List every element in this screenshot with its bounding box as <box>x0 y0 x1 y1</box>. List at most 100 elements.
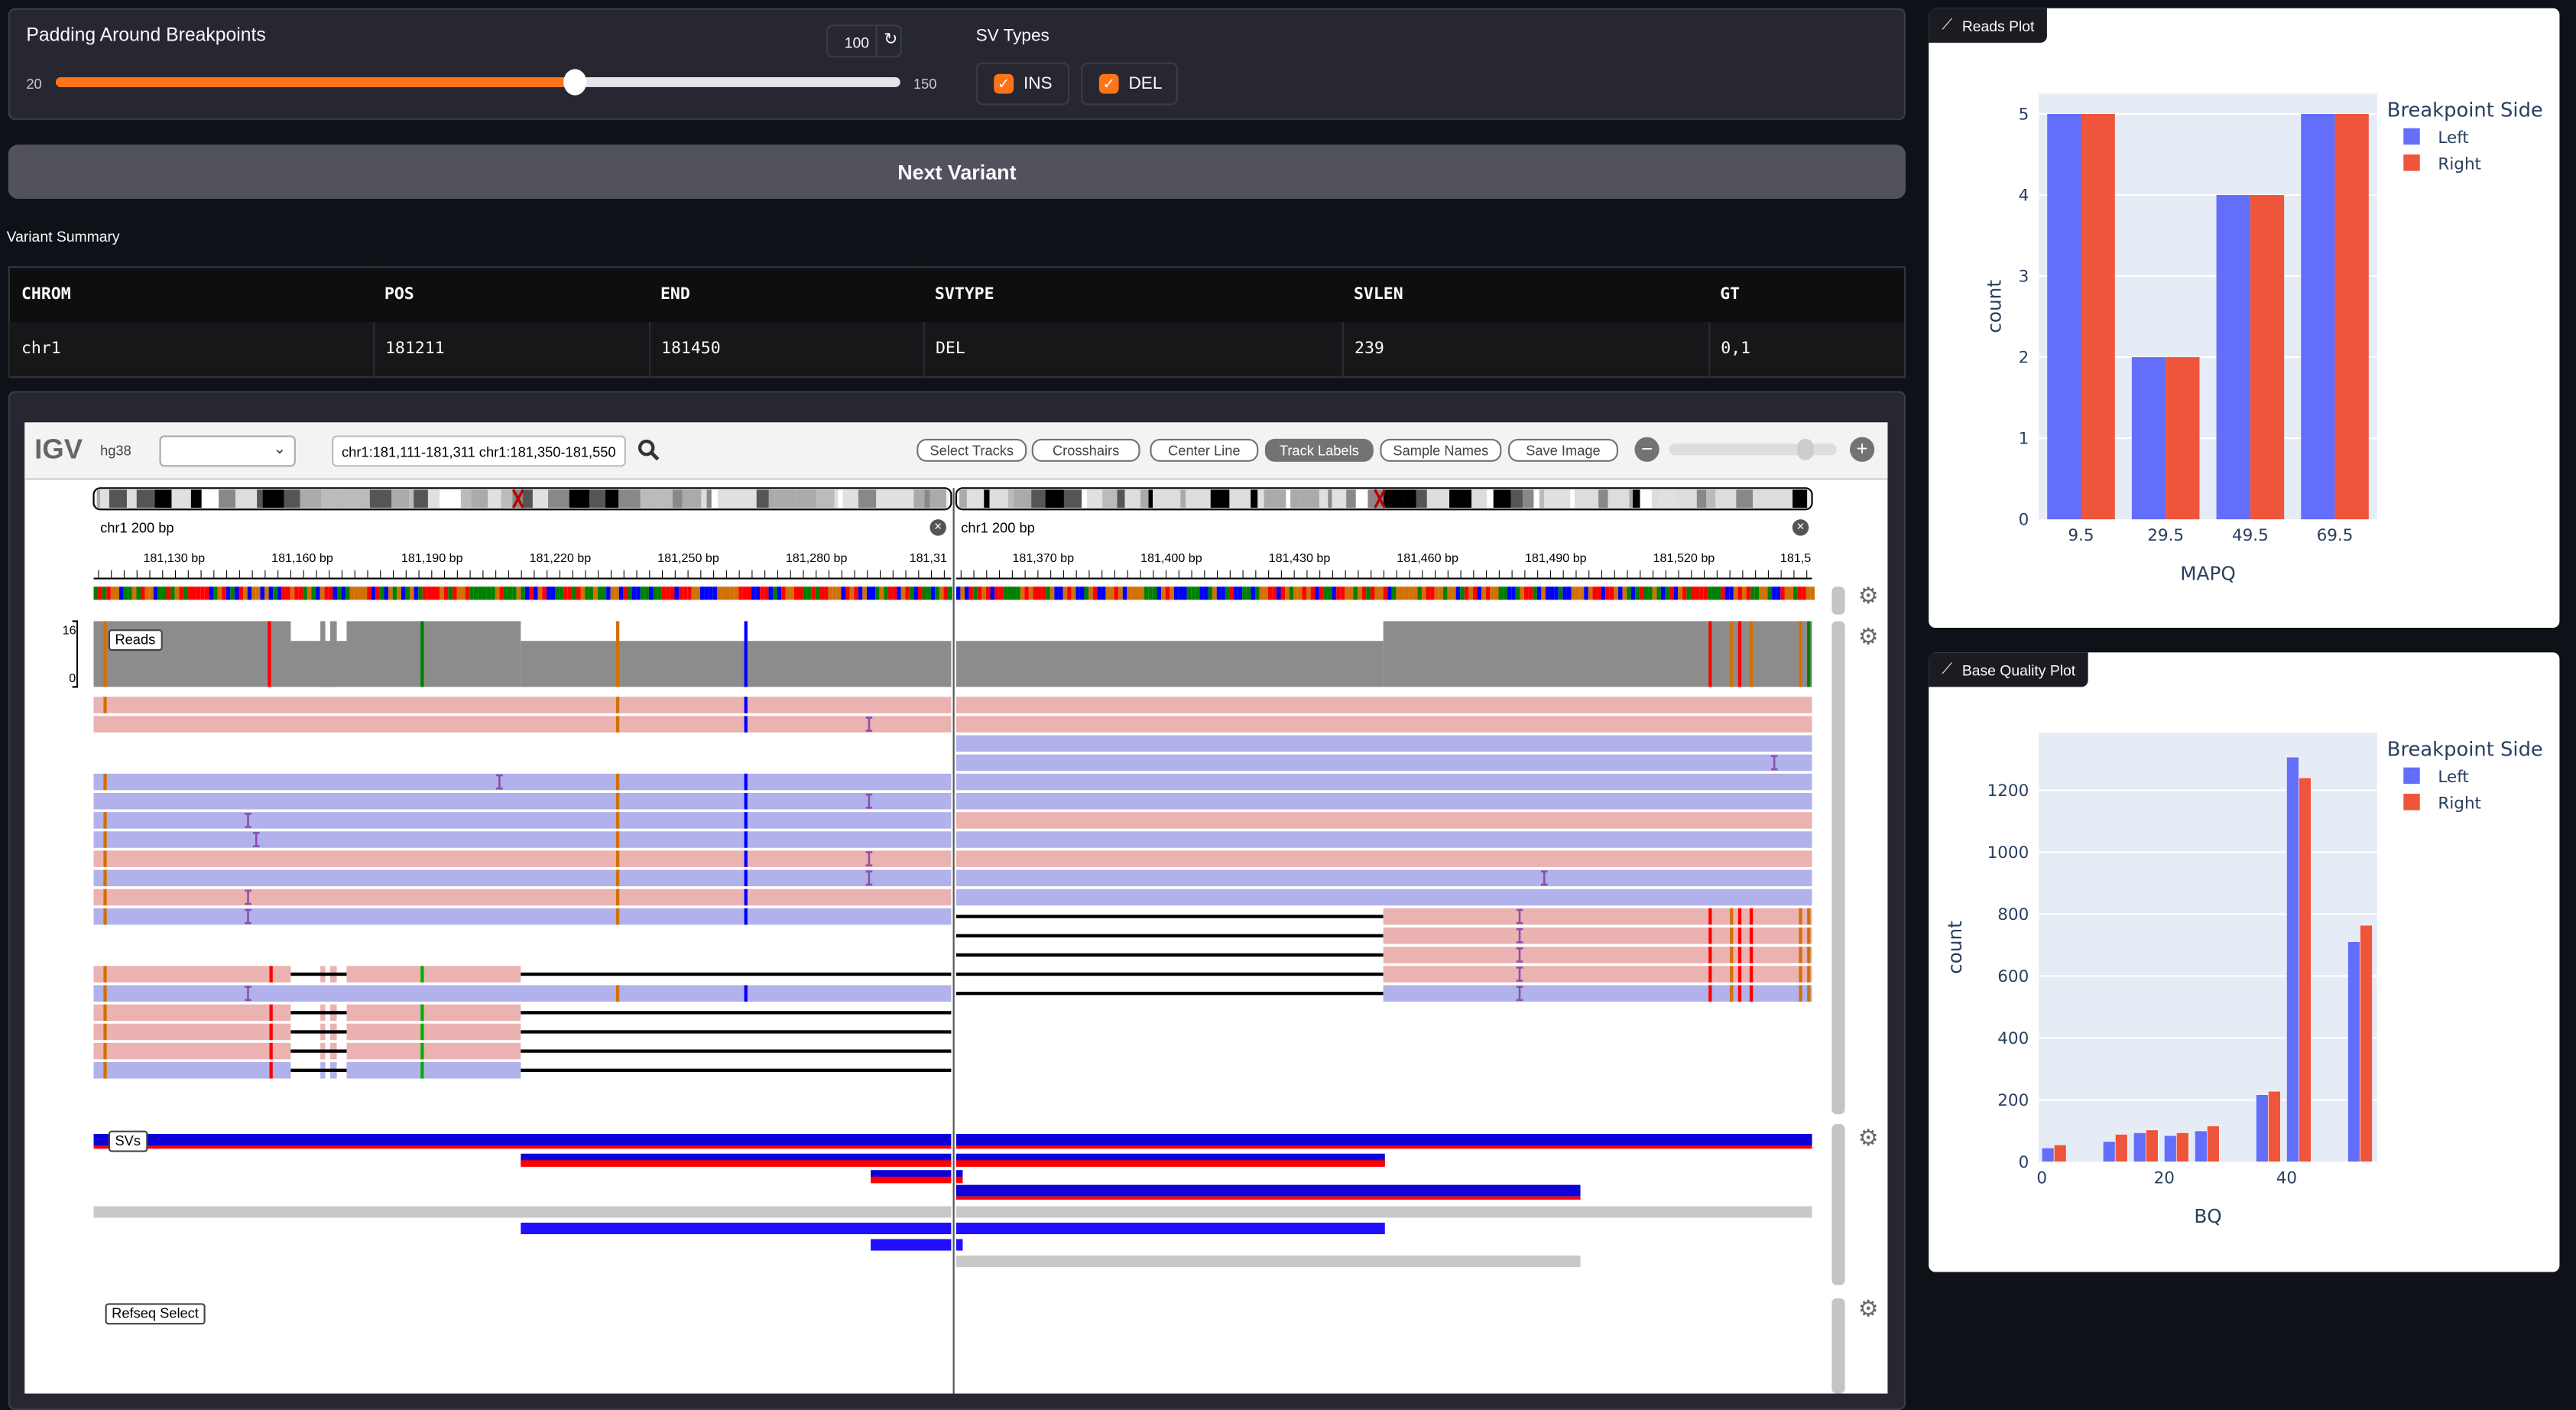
track-label-svs[interactable]: SVs <box>108 1130 148 1152</box>
read-mismatch <box>1807 985 1811 1002</box>
checkbox-del[interactable]: ✓ DEL <box>1081 62 1178 106</box>
ideogram-band <box>532 489 549 508</box>
sequence-base <box>534 586 538 600</box>
read-mismatch <box>420 966 424 983</box>
sequence-base <box>546 586 551 600</box>
bar-left <box>2041 1147 2055 1162</box>
y-tick-label: 600 <box>1997 967 2029 986</box>
next-variant-button[interactable]: Next Variant <box>8 145 1906 200</box>
save-image-button[interactable]: Save Image <box>1507 438 1618 462</box>
read <box>1383 947 1812 963</box>
padding-value: 100 <box>844 34 869 51</box>
ideogram-band <box>501 489 513 508</box>
sequence-base <box>1242 586 1247 600</box>
ideogram-band <box>1570 489 1575 508</box>
sequence-base <box>648 586 654 600</box>
table-header-row: CHROM POS END SVTYPE SVLEN GT <box>8 267 1905 323</box>
col-header[interactable]: END <box>648 267 923 323</box>
sequence-base <box>503 586 508 600</box>
ideogram-band <box>838 489 843 508</box>
ideogram-band <box>1045 489 1064 508</box>
col-header[interactable]: POS <box>372 267 649 323</box>
sequence-base <box>149 586 154 600</box>
slider-thumb[interactable] <box>563 69 587 96</box>
ideogram-band <box>1124 489 1141 508</box>
gear-icon[interactable]: ⚙ <box>1858 583 1879 606</box>
center-line-button[interactable]: Center Line <box>1150 438 1259 462</box>
sequence-base <box>192 586 196 600</box>
padding-number-input[interactable]: 100 ↻ <box>826 24 902 58</box>
sequence-base <box>1216 586 1221 600</box>
read-mismatch <box>269 1042 273 1060</box>
cell: chr1 <box>8 322 373 378</box>
ideogram-band <box>989 489 994 508</box>
col-header[interactable]: SVLEN <box>1342 267 1709 323</box>
checkbox-ins[interactable]: ✓ INS <box>975 62 1070 106</box>
sequence-base <box>285 586 290 600</box>
track-label-refseq[interactable]: Refseq Select <box>105 1303 206 1325</box>
sequence-base <box>862 586 867 600</box>
search-icon[interactable] <box>638 439 660 462</box>
reads-plot-panel: ⟋ Reads Plot 0 1 2 3 4 5 9.5 29.5 49.5 69.5 MAPQ cou… <box>1929 8 2560 628</box>
crosshairs-button[interactable]: Crosshairs <box>1031 438 1140 462</box>
cell: 181450 <box>647 322 923 378</box>
sv-feature-genotype <box>955 1145 1812 1149</box>
zoom-slider-thumb[interactable] <box>1797 438 1814 460</box>
sequence-base <box>1575 586 1580 600</box>
locus-input[interactable]: chr1:181,111-181,311 chr1:181,350-181,55… <box>332 435 626 467</box>
zoom-in-icon[interactable]: + <box>1849 437 1875 462</box>
cell: 181211 <box>371 322 649 378</box>
sv-types-label: SV Types <box>975 26 1050 47</box>
ideogram-band <box>1486 489 1494 508</box>
track-labels-button[interactable]: Track Labels <box>1264 438 1374 462</box>
close-panel-icon[interactable]: × <box>1792 519 1809 536</box>
read-mismatch <box>744 869 748 887</box>
ideogram-band <box>1328 489 1332 508</box>
col-header[interactable]: GT <box>1708 267 1905 323</box>
sequence-base <box>388 586 393 600</box>
ideogram-band <box>1332 489 1347 508</box>
sequence-base <box>580 586 586 600</box>
sequence-base <box>1140 586 1144 600</box>
sequence-base <box>1075 586 1080 600</box>
padding-slider[interactable] <box>56 69 900 96</box>
zoom-slider[interactable] <box>1669 438 1837 460</box>
zoom-out-icon[interactable]: − <box>1634 437 1659 462</box>
sequence-base <box>1046 586 1050 600</box>
y-axis-title: count <box>1984 280 2006 333</box>
sv-feature <box>955 1133 1812 1145</box>
reset-icon[interactable]: ↻ <box>884 31 897 50</box>
sequence-base <box>290 586 295 600</box>
col-header[interactable]: SVTYPE <box>923 267 1342 323</box>
ideogram-band <box>893 489 914 508</box>
ideogram-band <box>1792 489 1808 508</box>
ruler-tick-label: 181,160 bp <box>271 550 333 566</box>
chromosome-select[interactable]: ⌄ <box>159 435 296 467</box>
ideogram-band <box>190 489 202 508</box>
y-tick-label: 0 <box>2019 511 2029 530</box>
close-panel-icon[interactable]: × <box>930 519 946 536</box>
gear-icon[interactable]: ⚙ <box>1858 1297 1879 1320</box>
sequence-base <box>1711 586 1717 600</box>
sequence-base <box>884 586 888 600</box>
bar-right <box>2207 1126 2220 1162</box>
ideogram-band <box>711 489 719 508</box>
sequence-base <box>661 586 667 600</box>
track-label-reads[interactable]: Reads <box>108 629 162 651</box>
ideogram-band <box>1117 489 1125 508</box>
sequence-base <box>606 586 611 600</box>
gear-icon[interactable]: ⚙ <box>1858 625 1879 648</box>
ruler-tick-label: 181,190 bp <box>401 550 463 566</box>
sv-feature <box>955 1223 1385 1235</box>
sequence-base <box>1131 586 1136 600</box>
gear-icon[interactable]: ⚙ <box>1858 1126 1879 1148</box>
col-header[interactable]: CHROM <box>8 267 373 323</box>
sequence-base <box>725 586 731 600</box>
read-gap-line <box>290 1049 347 1053</box>
ruler-tick-label: 181,5 <box>1780 550 1812 566</box>
read <box>93 908 952 925</box>
sample-names-button[interactable]: Sample Names <box>1380 438 1502 462</box>
select-tracks-button[interactable]: Select Tracks <box>917 438 1027 462</box>
sequence-base <box>998 586 1004 600</box>
read <box>346 966 521 983</box>
